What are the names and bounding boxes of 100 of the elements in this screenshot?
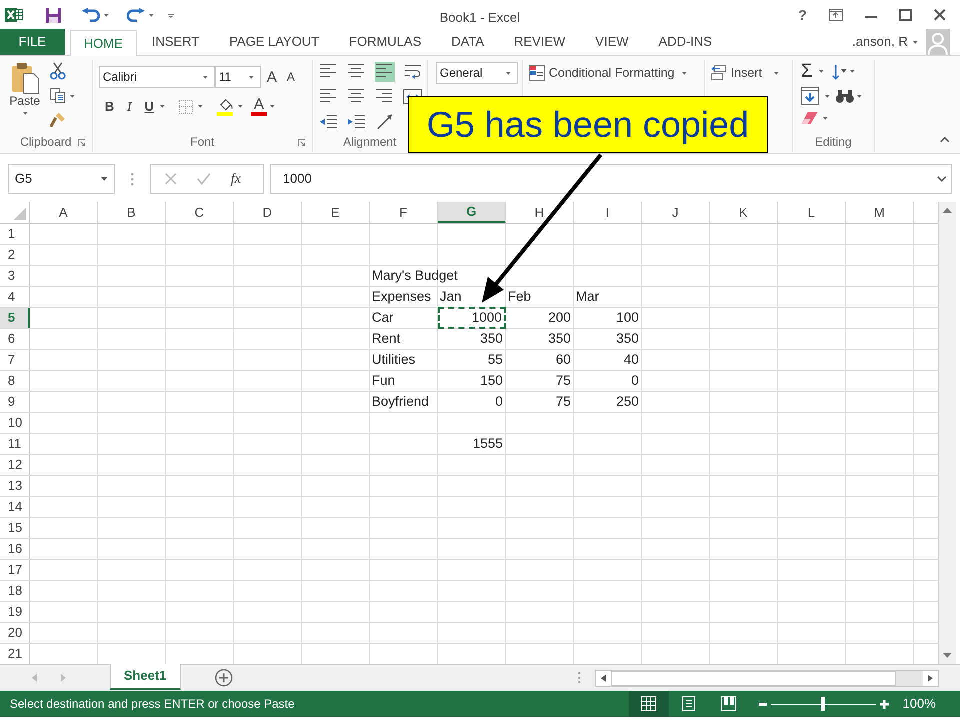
- paste-button[interactable]: Paste: [0, 60, 50, 132]
- caret-icon[interactable]: [913, 40, 918, 44]
- ribbon-tab[interactable]: VIEW: [580, 29, 644, 55]
- autosum-button[interactable]: Σ: [801, 62, 813, 81]
- row-header[interactable]: 1: [0, 224, 30, 244]
- caret-icon[interactable]: [857, 94, 862, 98]
- close-icon[interactable]: [934, 9, 946, 21]
- row-header[interactable]: 19: [0, 602, 30, 622]
- sheet-tab[interactable]: Sheet1: [110, 664, 181, 690]
- italic-button[interactable]: I: [127, 97, 132, 116]
- caret-icon[interactable]: [270, 105, 276, 108]
- redo-icon[interactable]: [127, 8, 145, 22]
- row-header[interactable]: 7: [0, 350, 30, 370]
- ribbon-tab[interactable]: DATA: [436, 29, 500, 55]
- caret-icon[interactable]: [823, 116, 828, 120]
- ribbon-tab[interactable]: REVIEW: [499, 29, 581, 55]
- copy-icon[interactable]: [50, 88, 66, 104]
- caret-icon[interactable]: [149, 14, 154, 16]
- increase-font-button[interactable]: A: [267, 70, 278, 84]
- ribbon-tab[interactable]: PAGE LAYOUT: [214, 29, 334, 55]
- caret-icon[interactable]: [160, 105, 166, 108]
- row-header[interactable]: 6: [0, 329, 30, 349]
- bottom-align-icon[interactable]: [375, 62, 395, 82]
- caret-icon[interactable]: [682, 72, 687, 75]
- row-header[interactable]: 4: [0, 287, 30, 307]
- row-header[interactable]: 2: [0, 245, 30, 265]
- name-box[interactable]: G5: [8, 164, 115, 194]
- caret-icon[interactable]: [774, 72, 780, 75]
- ribbon-tab[interactable]: ADD-INS: [644, 29, 728, 55]
- formula-input[interactable]: 1000: [270, 164, 952, 194]
- row-header[interactable]: 17: [0, 560, 30, 580]
- dialog-launcher-icon[interactable]: [298, 139, 306, 147]
- row-header[interactable]: 12: [0, 455, 30, 475]
- eraser-icon[interactable]: [801, 111, 819, 125]
- caret-icon[interactable]: [506, 72, 511, 74]
- row-header[interactable]: 5: [0, 308, 30, 328]
- binoculars-icon[interactable]: [836, 88, 854, 104]
- underline-button[interactable]: U: [144, 97, 154, 116]
- row-header[interactable]: 15: [0, 518, 30, 538]
- collapse-ribbon-icon[interactable]: [940, 137, 950, 143]
- fill-icon[interactable]: [801, 87, 819, 105]
- font-color-button[interactable]: A: [251, 97, 268, 116]
- conditional-formatting-button[interactable]: Conditional Formatting: [529, 64, 690, 83]
- row-header[interactable]: 8: [0, 371, 30, 391]
- enter-check-icon[interactable]: [197, 173, 211, 185]
- caret-icon[interactable]: [850, 70, 855, 73]
- file-tab[interactable]: FILE: [0, 29, 65, 55]
- row-header[interactable]: 18: [0, 581, 30, 601]
- row-header[interactable]: 13: [0, 476, 30, 496]
- scroll-down-icon[interactable]: [943, 653, 952, 658]
- customize-toolbar-icon[interactable]: [168, 12, 174, 18]
- undo-icon[interactable]: [82, 8, 100, 22]
- caret-icon[interactable]: [22, 112, 28, 115]
- row-header[interactable]: 10: [0, 413, 30, 433]
- zoom-slider-thumb[interactable]: [821, 697, 826, 711]
- zoom-in-icon[interactable]: [880, 700, 889, 708]
- zoom-slider[interactable]: [770, 696, 876, 712]
- scroll-thumb[interactable]: [610, 670, 896, 686]
- column-header[interactable]: G: [438, 202, 506, 223]
- ribbon-tab[interactable]: HOME: [70, 30, 137, 56]
- caret-icon[interactable]: [818, 70, 824, 73]
- bold-button[interactable]: B: [105, 97, 114, 116]
- expand-formula-icon[interactable]: [937, 176, 947, 182]
- scroll-up-icon[interactable]: [943, 208, 952, 213]
- orientation-icon[interactable]: [375, 112, 395, 132]
- zoom-out-icon[interactable]: [758, 702, 767, 706]
- row-header[interactable]: 14: [0, 497, 30, 517]
- new-sheet-icon[interactable]: [214, 669, 233, 687]
- row-header[interactable]: 11: [0, 434, 30, 454]
- splitter-grip-icon[interactable]: [578, 672, 581, 684]
- font-size-field[interactable]: 11: [215, 66, 261, 88]
- row-header[interactable]: 9: [0, 392, 30, 412]
- caret-icon[interactable]: [203, 76, 208, 78]
- ribbon-display-icon[interactable]: [829, 9, 843, 21]
- row-header[interactable]: 3: [0, 266, 30, 286]
- insert-function-button[interactable]: fx: [231, 168, 242, 190]
- ribbon-tab[interactable]: FORMULAS: [334, 29, 436, 55]
- fill-color-icon[interactable]: [217, 98, 236, 116]
- caret-icon[interactable]: [104, 14, 109, 16]
- row-header[interactable]: 16: [0, 539, 30, 559]
- format-painter-icon[interactable]: [50, 112, 66, 128]
- sort-filter-icon[interactable]: [832, 62, 848, 80]
- borders-icon[interactable]: [179, 100, 194, 114]
- caret-icon[interactable]: [825, 94, 830, 98]
- caret-icon[interactable]: [198, 105, 204, 108]
- scroll-left-icon[interactable]: [600, 674, 606, 682]
- caret-icon[interactable]: [249, 76, 254, 78]
- scissors-icon[interactable]: [50, 62, 66, 80]
- account-name[interactable]: .anson, R: [852, 32, 908, 52]
- zoom-level[interactable]: 100%: [902, 694, 936, 714]
- font-name-field[interactable]: Calibri: [99, 66, 215, 88]
- scroll-right-icon[interactable]: [928, 674, 933, 682]
- horizontal-scrollbar[interactable]: [594, 670, 939, 686]
- number-format-field[interactable]: General: [436, 62, 518, 84]
- normal-view-button[interactable]: [628, 691, 669, 717]
- save-icon[interactable]: [45, 6, 62, 24]
- caret-icon[interactable]: [238, 105, 244, 108]
- row-header[interactable]: 20: [0, 623, 30, 643]
- maximize-icon[interactable]: [899, 9, 912, 21]
- caret-icon[interactable]: [70, 94, 75, 98]
